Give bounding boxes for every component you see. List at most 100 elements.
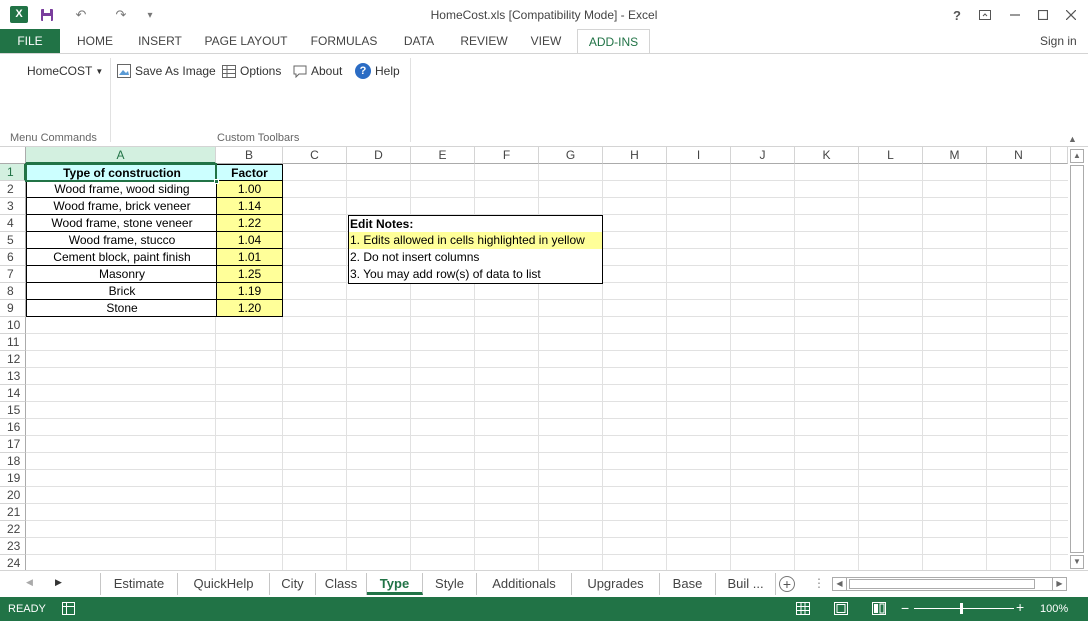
sheet-tab-quickhelp[interactable]: QuickHelp (178, 573, 270, 595)
column-header-b[interactable]: B (216, 147, 283, 164)
column-header-j[interactable]: J (731, 147, 795, 164)
cell-construction-type[interactable]: Stone (26, 300, 217, 317)
help-button[interactable]: ? (942, 4, 972, 26)
cell-construction-type[interactable]: Wood frame, stucco (26, 232, 217, 249)
row-header-13[interactable]: 13 (0, 368, 26, 385)
column-header-d[interactable]: D (347, 147, 411, 164)
cell-factor[interactable]: 1.00 (216, 181, 283, 198)
scroll-tabs-right-icon[interactable]: ▶ (55, 577, 62, 588)
save-as-image-button[interactable]: Save As Image (117, 62, 216, 80)
cell-construction-type[interactable]: Masonry (26, 266, 217, 283)
sheet-tab-additionals[interactable]: Additionals (477, 573, 572, 595)
tab-view[interactable]: VIEW (524, 29, 568, 54)
row-header-23[interactable]: 23 (0, 538, 26, 555)
row-header-3[interactable]: 3 (0, 198, 26, 215)
column-header-l[interactable]: L (859, 147, 923, 164)
row-header-4[interactable]: 4 (0, 215, 26, 232)
scroll-tabs-left-icon[interactable]: ◀ (26, 577, 33, 588)
tab-data[interactable]: DATA (396, 29, 442, 54)
column-header-a[interactable]: A (26, 147, 216, 164)
row-header-10[interactable]: 10 (0, 317, 26, 334)
horizontal-scrollbar[interactable]: ◀ ▶ (832, 577, 1067, 591)
ribbon-display-options-icon[interactable] (970, 4, 1000, 26)
row-header-22[interactable]: 22 (0, 521, 26, 538)
column-header-k[interactable]: K (795, 147, 859, 164)
normal-view-icon[interactable] (796, 602, 810, 618)
select-all-corner[interactable] (0, 147, 26, 164)
cell-factor[interactable]: 1.19 (216, 283, 283, 300)
row-header-9[interactable]: 9 (0, 300, 26, 317)
h-scroll-split-icon[interactable]: ⋮ (813, 576, 825, 590)
h-scroll-left-icon[interactable]: ◀ (833, 578, 847, 590)
tab-insert[interactable]: INSERT (132, 29, 188, 54)
row-header-14[interactable]: 14 (0, 385, 26, 402)
column-header-f[interactable]: F (475, 147, 539, 164)
zoom-in-icon[interactable]: + (1016, 599, 1024, 615)
zoom-out-icon[interactable]: − (901, 600, 909, 616)
cell-construction-type[interactable]: Cement block, paint finish (26, 249, 217, 266)
collapse-ribbon-icon[interactable]: ▲ (1068, 134, 1077, 144)
h-scroll-thumb[interactable] (849, 579, 1035, 589)
zoom-slider-thumb[interactable] (960, 603, 963, 614)
column-header-o[interactable] (1051, 147, 1068, 164)
row-header-18[interactable]: 18 (0, 453, 26, 470)
scroll-down-icon[interactable]: ▼ (1070, 555, 1084, 569)
close-icon[interactable] (1056, 4, 1086, 26)
notes-line-2[interactable]: 2. Do not insert columns (349, 249, 602, 266)
row-header-7[interactable]: 7 (0, 266, 26, 283)
tab-formulas[interactable]: FORMULAS (306, 29, 382, 54)
zoom-slider[interactable] (914, 603, 1014, 614)
column-header-h[interactable]: H (603, 147, 667, 164)
row-header-15[interactable]: 15 (0, 402, 26, 419)
column-header-e[interactable]: E (411, 147, 475, 164)
row-header-20[interactable]: 20 (0, 487, 26, 504)
cell-factor[interactable]: 1.25 (216, 266, 283, 283)
row-header-5[interactable]: 5 (0, 232, 26, 249)
macro-record-icon[interactable] (62, 602, 75, 618)
notes-title[interactable]: Edit Notes: (349, 216, 602, 233)
sheet-tab-city[interactable]: City (270, 573, 316, 595)
column-header-m[interactable]: M (923, 147, 987, 164)
column-header-g[interactable]: G (539, 147, 603, 164)
cell-b1-header[interactable]: Factor (216, 164, 283, 181)
minimize-icon[interactable] (1000, 4, 1030, 26)
sheet-tab-upgrades[interactable]: Upgrades (572, 573, 660, 595)
column-header-i[interactable]: I (667, 147, 731, 164)
sheet-tab-base[interactable]: Base (660, 573, 716, 595)
sheet-tab-estimate[interactable]: Estimate (100, 573, 178, 595)
row-header-19[interactable]: 19 (0, 470, 26, 487)
options-button[interactable]: Options (222, 62, 281, 80)
column-header-n[interactable]: N (987, 147, 1051, 164)
row-header-8[interactable]: 8 (0, 283, 26, 300)
maximize-icon[interactable] (1028, 4, 1058, 26)
about-button[interactable]: About (293, 62, 342, 80)
notes-line-3[interactable]: 3. You may add row(s) of data to list (349, 266, 602, 283)
cell-factor[interactable]: 1.14 (216, 198, 283, 215)
cell-construction-type[interactable]: Wood frame, brick veneer (26, 198, 217, 215)
tab-add-ins[interactable]: ADD-INS (577, 29, 650, 54)
row-header-24[interactable]: 24 (0, 555, 26, 570)
row-header-17[interactable]: 17 (0, 436, 26, 453)
row-header-1[interactable]: 1 (0, 164, 26, 181)
tab-file[interactable]: FILE (0, 29, 60, 54)
sheet-tab-buil[interactable]: Buil ... (716, 573, 776, 595)
cell-factor[interactable]: 1.22 (216, 215, 283, 232)
notes-line-1[interactable]: 1. Edits allowed in cells highlighted in… (349, 232, 602, 249)
row-header-6[interactable]: 6 (0, 249, 26, 266)
tab-review[interactable]: REVIEW (456, 29, 512, 54)
row-header-21[interactable]: 21 (0, 504, 26, 521)
h-scroll-right-icon[interactable]: ▶ (1052, 578, 1066, 590)
cell-factor[interactable]: 1.04 (216, 232, 283, 249)
column-header-c[interactable]: C (283, 147, 347, 164)
cell-factor[interactable]: 1.01 (216, 249, 283, 266)
fill-handle[interactable] (214, 179, 219, 184)
homecost-menu-button[interactable]: HomeCOST ▼ (27, 62, 103, 80)
scroll-up-icon[interactable]: ▲ (1070, 149, 1084, 163)
tab-page-layout[interactable]: PAGE LAYOUT (200, 29, 292, 54)
page-layout-view-icon[interactable] (834, 602, 848, 618)
sheet-tab-class[interactable]: Class (316, 573, 367, 595)
help-ribbon-button[interactable]: ? Help (355, 62, 400, 80)
vertical-scrollbar[interactable]: ▲ ▼ (1068, 147, 1088, 570)
zoom-level[interactable]: 100% (1040, 603, 1068, 615)
new-sheet-icon[interactable]: + (779, 576, 795, 592)
